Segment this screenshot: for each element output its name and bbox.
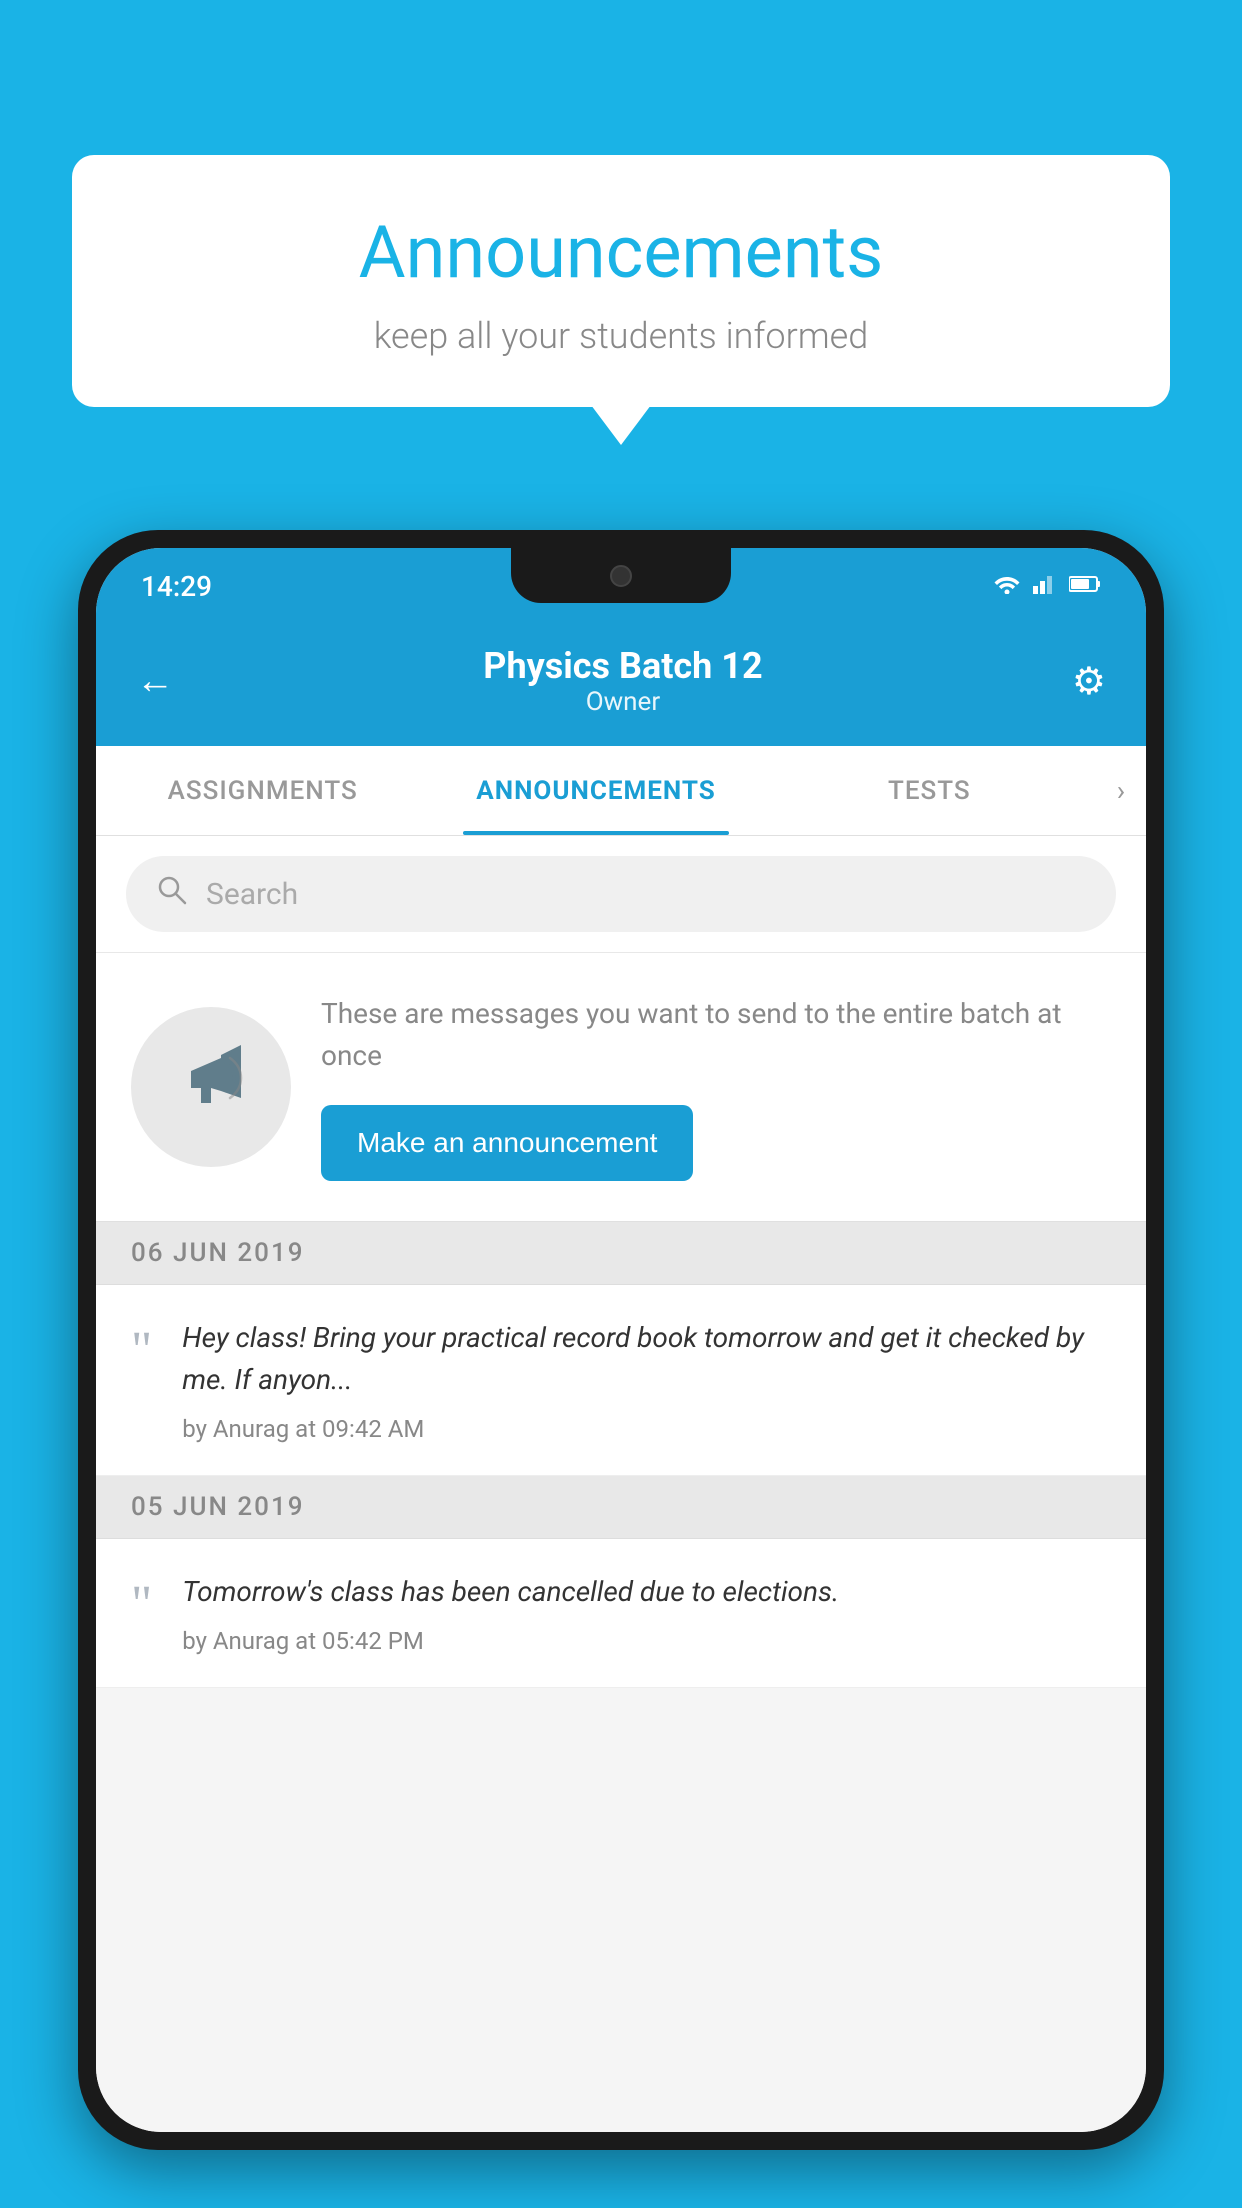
signal-icon: [1033, 572, 1057, 600]
announcement-meta-1: by Anurag at 09:42 AM: [182, 1415, 1111, 1443]
speech-bubble: Announcements keep all your students inf…: [72, 155, 1170, 407]
search-icon: [156, 874, 188, 914]
search-bar[interactable]: Search: [126, 856, 1116, 932]
back-button[interactable]: ←: [136, 659, 174, 703]
tab-announcements[interactable]: ANNOUNCEMENTS: [429, 746, 762, 835]
announcement-content-2: Tomorrow's class has been cancelled due …: [182, 1571, 1111, 1655]
search-container: Search: [96, 836, 1146, 953]
speech-bubble-title: Announcements: [132, 210, 1110, 295]
camera-dot: [610, 565, 632, 587]
status-icons: [993, 572, 1101, 600]
phone-notch: [511, 548, 731, 603]
date-separator-1: 06 JUN 2019: [96, 1222, 1146, 1285]
announcement-item-2[interactable]: " Tomorrow's class has been cancelled du…: [96, 1539, 1146, 1688]
announcement-text-2: Tomorrow's class has been cancelled due …: [182, 1571, 1111, 1613]
status-time: 14:29: [141, 570, 212, 603]
header-center: Physics Batch 12 Owner: [483, 645, 762, 717]
search-placeholder: Search: [206, 877, 298, 912]
announcement-item-1[interactable]: " Hey class! Bring your practical record…: [96, 1285, 1146, 1476]
announcement-content-1: Hey class! Bring your practical record b…: [182, 1317, 1111, 1443]
phone-mockup: 14:29: [78, 530, 1164, 2208]
tab-assignments[interactable]: ASSIGNMENTS: [96, 746, 429, 835]
promo-icon-circle: [131, 1007, 291, 1167]
megaphone-icon: [166, 1033, 256, 1141]
header-subtitle: Owner: [483, 687, 762, 717]
announcement-meta-2: by Anurag at 05:42 PM: [182, 1627, 1111, 1655]
header-title: Physics Batch 12: [483, 645, 762, 687]
promo-content: These are messages you want to send to t…: [321, 993, 1111, 1181]
announcement-text-1: Hey class! Bring your practical record b…: [182, 1317, 1111, 1401]
promo-card: These are messages you want to send to t…: [96, 953, 1146, 1222]
settings-icon[interactable]: ⚙: [1072, 659, 1106, 704]
tab-more[interactable]: ›: [1096, 774, 1146, 807]
battery-icon: [1069, 575, 1101, 597]
tabs-bar: ASSIGNMENTS ANNOUNCEMENTS TESTS ›: [96, 746, 1146, 836]
date-separator-2: 05 JUN 2019: [96, 1476, 1146, 1539]
speech-bubble-subtitle: keep all your students informed: [132, 315, 1110, 357]
speech-bubble-section: Announcements keep all your students inf…: [72, 155, 1170, 407]
app-header: ← Physics Batch 12 Owner ⚙: [96, 616, 1146, 746]
make-announcement-button[interactable]: Make an announcement: [321, 1105, 693, 1181]
quote-icon-1: ": [131, 1325, 152, 1377]
quote-icon-2: ": [131, 1579, 152, 1631]
tab-tests[interactable]: TESTS: [763, 746, 1096, 835]
phone-inner: 14:29: [96, 548, 1146, 2132]
promo-description: These are messages you want to send to t…: [321, 993, 1111, 1077]
phone-outer: 14:29: [78, 530, 1164, 2150]
content-area: Search: [96, 836, 1146, 2132]
wifi-icon: [993, 572, 1021, 600]
